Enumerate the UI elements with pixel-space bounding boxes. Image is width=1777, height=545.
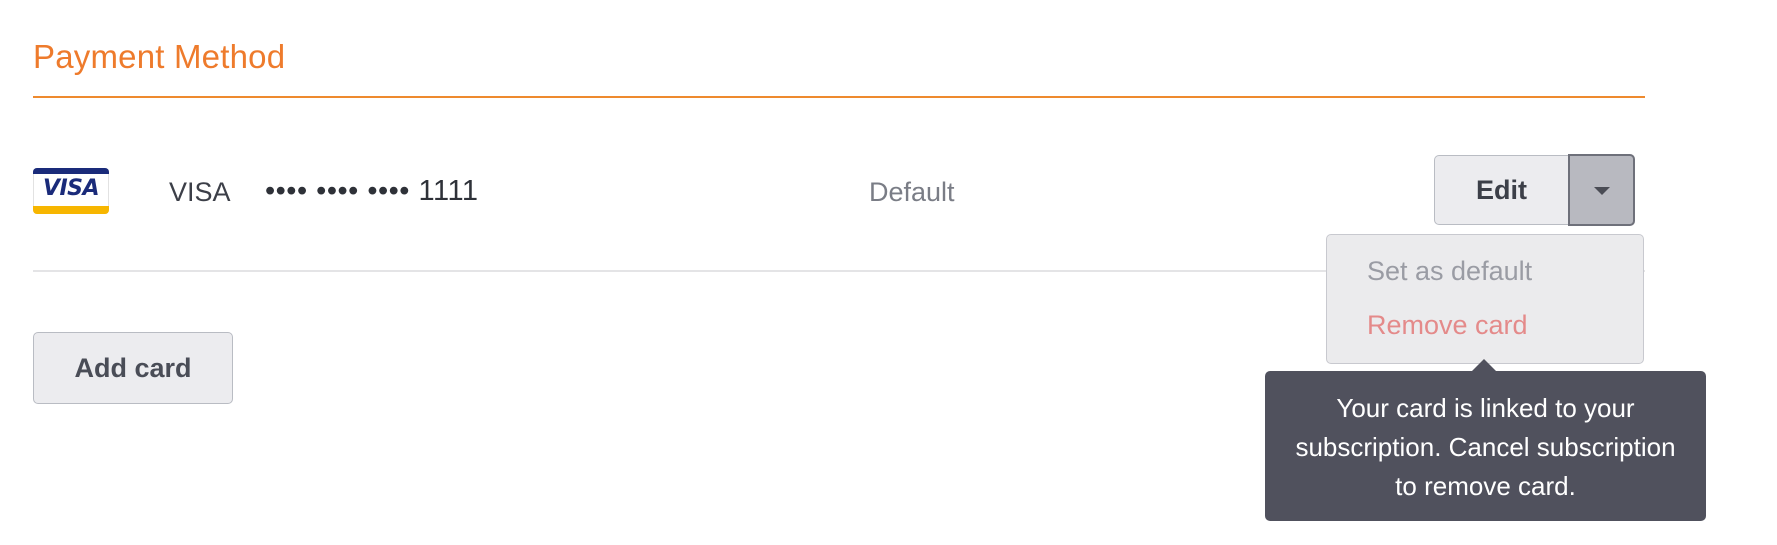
card-actions-button-group: Edit <box>1434 154 1635 227</box>
card-actions-menu: Set as default Remove card <box>1326 234 1644 364</box>
section-title: Payment Method <box>33 38 286 75</box>
edit-button[interactable]: Edit <box>1434 155 1568 225</box>
menu-item-remove-card[interactable]: Remove card <box>1367 310 1528 341</box>
card-actions-dropdown-toggle[interactable] <box>1568 154 1635 226</box>
visa-logo-text: VISA <box>42 176 100 201</box>
card-row: VISA VISA •••• •••• •••• 1111 Default Ed… <box>33 154 1645 226</box>
visa-logo-icon: VISA <box>33 168 109 214</box>
card-brand: VISA <box>169 177 231 207</box>
tooltip-arrow <box>1472 359 1496 371</box>
card-masked-number: •••• •••• •••• 1111 <box>265 175 479 207</box>
add-card-button[interactable]: Add card <box>33 332 233 404</box>
remove-card-tooltip: Your card is linked to your subscription… <box>1265 371 1706 521</box>
section-divider <box>33 96 1645 98</box>
default-status-label: Default <box>869 177 955 207</box>
menu-item-set-as-default[interactable]: Set as default <box>1367 256 1532 287</box>
caret-down-icon <box>1593 187 1610 195</box>
